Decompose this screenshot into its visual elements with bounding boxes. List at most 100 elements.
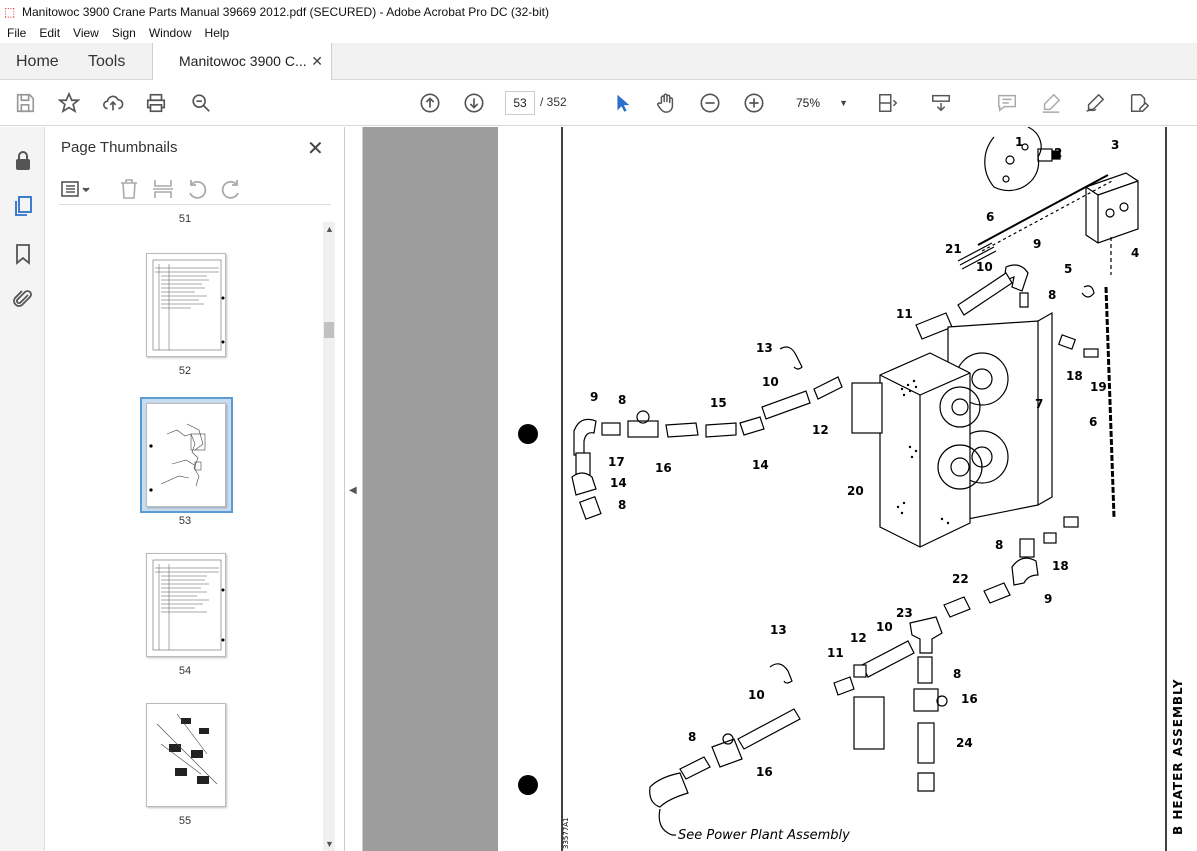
callout: 9 — [1033, 237, 1041, 251]
document-canvas-margin — [363, 127, 498, 851]
save-icon[interactable] — [12, 90, 38, 116]
close-tab-icon[interactable]: ✕ — [311, 43, 323, 80]
title-bar: ⬚ Manitowoc 3900 Crane Parts Manual 3966… — [0, 0, 1197, 23]
thumbnail-label-52: 52 — [178, 365, 192, 377]
callout: 4 — [1131, 246, 1139, 260]
thumbnail-page-55[interactable] — [146, 703, 226, 807]
page-number-input[interactable]: 53 — [505, 91, 535, 115]
callout: 8 — [995, 538, 1003, 552]
callout: 7 — [1035, 397, 1043, 411]
thumbnail-options-icon[interactable] — [59, 177, 93, 201]
callout: 16 — [961, 692, 978, 706]
rotate-right-icon[interactable] — [219, 177, 243, 201]
callout: 20 — [847, 484, 864, 498]
menu-sign[interactable]: Sign — [105, 26, 142, 40]
collapse-panel-icon[interactable]: ◀ — [349, 485, 357, 496]
callout: 16 — [655, 461, 672, 475]
scroll-up-icon[interactable]: ▲ — [325, 224, 334, 234]
zoom-in-icon[interactable] — [741, 90, 767, 116]
tab-bar: Home Tools Manitowoc 3900 C... ✕ — [0, 43, 1197, 80]
close-panel-icon[interactable]: ✕ — [307, 136, 324, 161]
scrollbar-thumb[interactable] — [324, 322, 334, 338]
panel-toolbar — [59, 175, 331, 205]
menu-edit[interactable]: Edit — [32, 26, 66, 40]
callout: 10 — [762, 375, 779, 389]
exploded-parts-drawing: 1 2 3 4 5 6 6 7 8 8 8 8 8 8 9 9 9 10 10 … — [518, 127, 1185, 851]
callout: 10 — [976, 260, 993, 274]
window-title: Manitowoc 3900 Crane Parts Manual 39669 … — [22, 4, 549, 19]
callout: 9 — [1044, 592, 1052, 606]
lock-icon[interactable] — [11, 149, 35, 173]
menu-help[interactable]: Help — [198, 26, 236, 40]
thumbnail-label-51: 51 — [178, 213, 192, 223]
panel-title: Page Thumbnails — [61, 139, 178, 156]
acrobat-icon: ⬚ — [4, 4, 16, 19]
thumbnails-panel: Page Thumbnails ✕ 51 52 53 54 55 ▲ ▼ — [45, 127, 345, 851]
menu-bar: File Edit View Sign Window Help — [0, 23, 1197, 43]
callout: 19 — [1090, 380, 1107, 394]
rotate-left-icon[interactable] — [185, 177, 209, 201]
star-icon[interactable] — [56, 90, 82, 116]
fill-sign-icon[interactable] — [1126, 90, 1152, 116]
callout: 10 — [748, 688, 765, 702]
side-title: B HEATER ASSEMBLY — [1171, 678, 1185, 835]
panel-splitter[interactable]: ◀ — [345, 127, 363, 851]
upload-cloud-icon[interactable] — [100, 90, 126, 116]
draw-icon[interactable] — [1082, 90, 1108, 116]
binding-hole — [518, 775, 538, 795]
page-total: / 352 — [540, 95, 567, 109]
left-rail — [0, 127, 45, 851]
toolbar — [0, 80, 1197, 126]
thumbnail-list: 51 52 53 54 55 — [61, 213, 323, 851]
prev-page-icon[interactable] — [417, 90, 443, 116]
callout: 3 — [1111, 138, 1119, 152]
zoom-value: 75% — [796, 96, 821, 110]
tab-tools[interactable]: Tools — [88, 43, 125, 80]
extract-page-icon[interactable] — [151, 177, 175, 201]
callout: 8 — [618, 498, 626, 512]
tab-home[interactable]: Home — [16, 43, 59, 80]
callout: 18 — [1066, 369, 1083, 383]
callout: 1 — [1015, 135, 1023, 149]
menu-window[interactable]: Window — [142, 26, 198, 40]
bookmark-icon[interactable] — [11, 242, 35, 266]
zoom-out-icon[interactable] — [697, 90, 723, 116]
binding-hole — [518, 424, 538, 444]
attachment-icon[interactable] — [11, 287, 35, 311]
scroll-down-icon[interactable]: ▼ — [325, 839, 334, 849]
document-page[interactable]: 1 2 3 4 5 6 6 7 8 8 8 8 8 8 9 9 9 10 10 … — [498, 127, 1197, 851]
callout: 14 — [752, 458, 769, 472]
callout: 6 — [986, 210, 994, 224]
next-page-icon[interactable] — [461, 90, 487, 116]
print-icon[interactable] — [143, 90, 169, 116]
highlight-icon[interactable] — [1038, 90, 1064, 116]
scroll-mode-icon[interactable] — [928, 90, 954, 116]
zoom-dropdown[interactable]: 75% ▼ — [786, 91, 854, 115]
see-power-plant-note: See Power Plant Assembly — [678, 828, 850, 843]
select-cursor-icon[interactable] — [609, 90, 635, 116]
callout: 15 — [710, 396, 727, 410]
callout: 8 — [688, 730, 696, 744]
callout: 6 — [1089, 415, 1097, 429]
thumbnail-page-53[interactable] — [146, 403, 226, 507]
fit-page-icon[interactable] — [875, 90, 901, 116]
callout: 8 — [618, 393, 626, 407]
page-thumbnails-icon[interactable] — [11, 194, 35, 218]
tab-document[interactable]: Manitowoc 3900 C... ✕ — [152, 43, 332, 80]
thumbnail-page-54[interactable] — [146, 553, 226, 657]
callout: 23 — [896, 606, 913, 620]
hand-tool-icon[interactable] — [653, 90, 679, 116]
comment-icon[interactable] — [994, 90, 1020, 116]
search-zoom-icon[interactable] — [188, 90, 214, 116]
callout: 2 — [1054, 146, 1062, 160]
thumbnail-scrollbar[interactable]: ▲ ▼ — [323, 222, 335, 851]
callout: 5 — [1064, 262, 1072, 276]
menu-file[interactable]: File — [0, 26, 32, 40]
thumbnail-page-52[interactable] — [146, 253, 226, 357]
thumbnail-label-55: 55 — [178, 815, 192, 827]
callout: 12 — [850, 631, 867, 645]
drawing-code: 33577A1 — [562, 817, 570, 849]
menu-view[interactable]: View — [66, 26, 105, 40]
delete-page-icon[interactable] — [117, 177, 141, 201]
callout: 8 — [1048, 288, 1056, 302]
